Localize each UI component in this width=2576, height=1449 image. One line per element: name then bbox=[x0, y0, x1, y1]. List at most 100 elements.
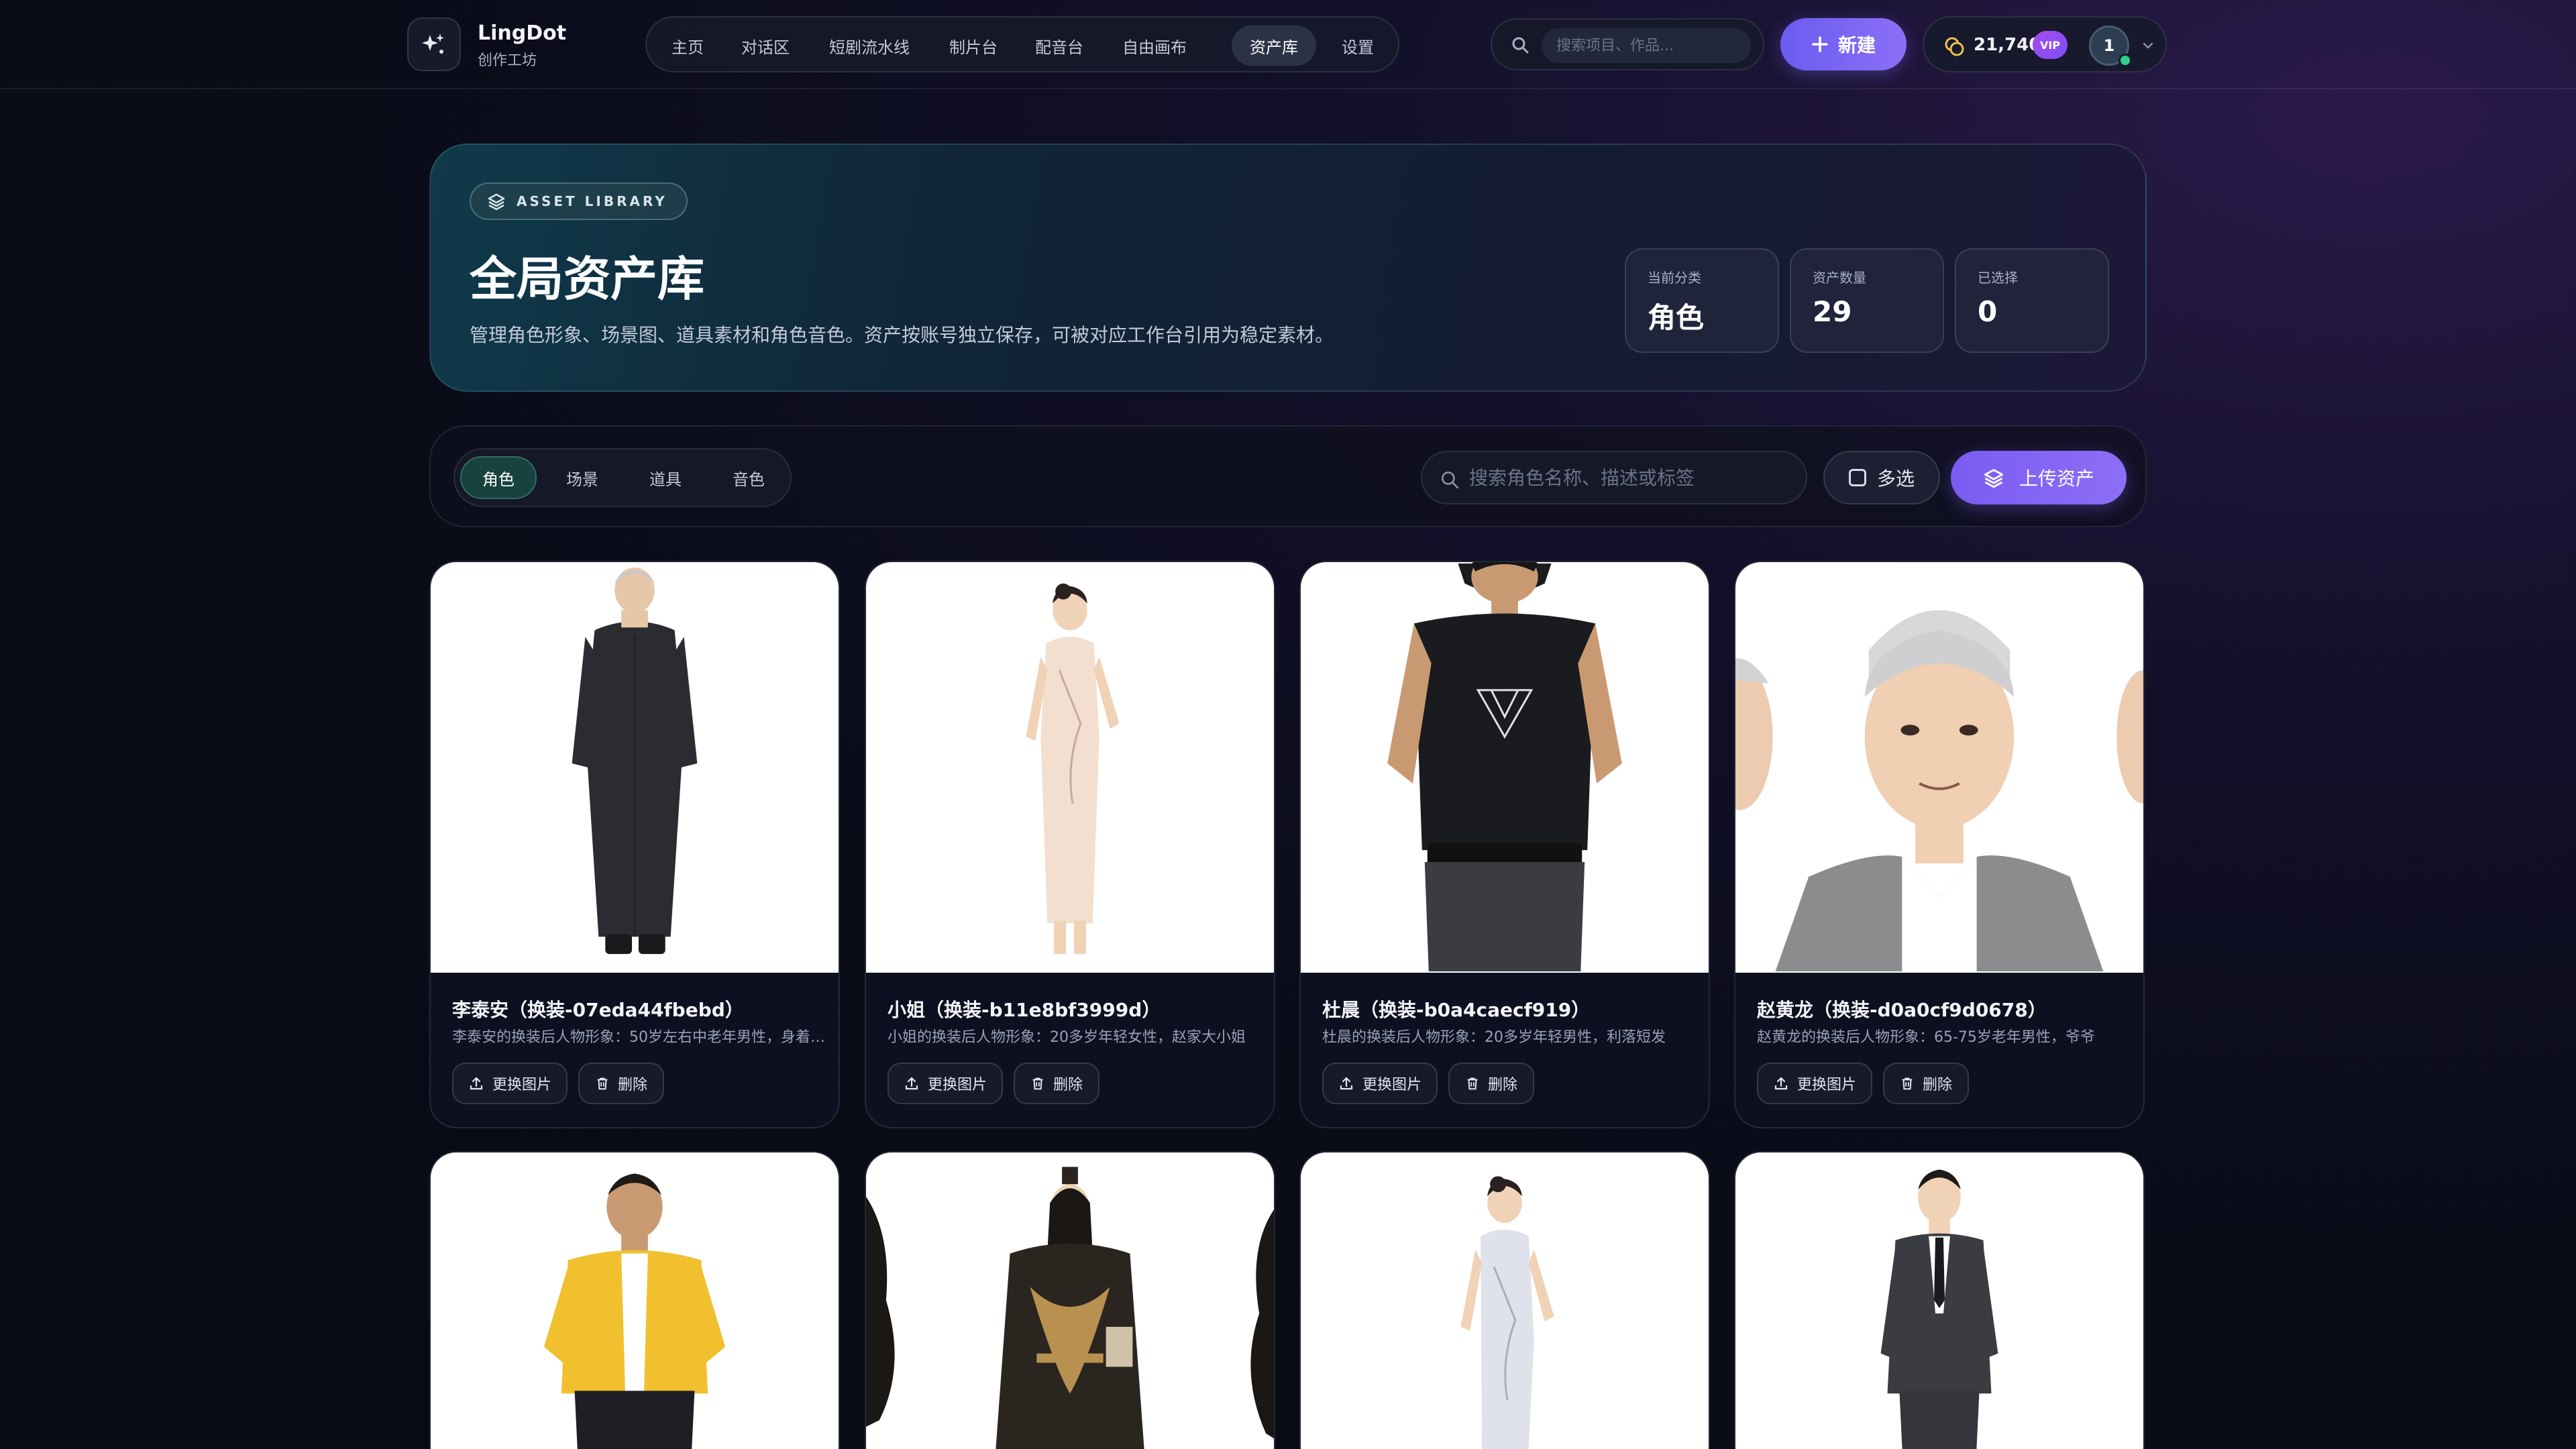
upload-asset-label: 上传资产 bbox=[2019, 468, 2094, 490]
asset-card[interactable]: 李泰安（换装-07eda44fbebd） 李泰安的换装后人物形象：50岁左右中老… bbox=[429, 561, 840, 1128]
replace-image-label: 更换图片 bbox=[927, 1077, 987, 1093]
tab-scenes[interactable]: 场景 bbox=[545, 456, 620, 499]
character-illustration bbox=[572, 567, 698, 955]
nav-item-canvas[interactable]: 自由画布 bbox=[1111, 25, 1198, 66]
asset-card[interactable] bbox=[1299, 1151, 1710, 1449]
stat-selected-count: 已选择 0 bbox=[1955, 248, 2109, 353]
asset-description: 小姐的换装后人物形象：20多岁年轻女性，赵家大小姐 bbox=[888, 1029, 1246, 1046]
asset-card[interactable]: 杜晨（换装-b0a4caecf919） 杜晨的换装后人物形象：20多岁年轻男性，… bbox=[1299, 561, 1710, 1128]
badge-label: ASSET LIBRARY bbox=[517, 193, 667, 209]
asset-description: 杜晨的换装后人物形象：20多岁年轻男性，利落短发 bbox=[1322, 1029, 1666, 1046]
layers-icon bbox=[488, 193, 505, 211]
tab-characters[interactable]: 角色 bbox=[460, 456, 537, 499]
top-bar: LingDot 创作工坊 主页 对话区 短剧流水线 制片台 配音台 自由画布 资… bbox=[0, 0, 2576, 89]
replace-image-button[interactable]: 更换图片 bbox=[452, 1063, 568, 1104]
upload-icon bbox=[1340, 1077, 1353, 1090]
asset-thumbnail[interactable] bbox=[431, 1152, 839, 1449]
stat-label: 资产数量 bbox=[1813, 270, 1866, 286]
vip-badge: VIP bbox=[2033, 31, 2068, 59]
global-search-input[interactable] bbox=[1542, 28, 1751, 63]
replace-image-button[interactable]: 更换图片 bbox=[1322, 1063, 1438, 1104]
main-nav: 主页 对话区 短剧流水线 制片台 配音台 自由画布 资产库 设置 bbox=[645, 16, 1399, 72]
nav-item-assets[interactable]: 资产库 bbox=[1232, 25, 1316, 66]
multi-select-button[interactable]: 多选 bbox=[1823, 451, 1940, 504]
upload-icon bbox=[470, 1077, 483, 1090]
asset-thumbnail[interactable] bbox=[431, 562, 839, 973]
stat-label: 当前分类 bbox=[1648, 270, 1701, 286]
nav-item-chat[interactable]: 对话区 bbox=[730, 25, 801, 66]
stat-label: 已选择 bbox=[1978, 270, 2018, 286]
replace-image-label: 更换图片 bbox=[1796, 1077, 1856, 1093]
coins-icon bbox=[1945, 37, 1964, 56]
delete-button[interactable]: 删除 bbox=[578, 1063, 664, 1104]
global-search bbox=[1491, 18, 1764, 70]
asset-thumbnail[interactable] bbox=[1735, 562, 2143, 973]
asset-name: 杜晨（换装-b0a4caecf919） bbox=[1322, 999, 1591, 1021]
brand-subtitle: 创作工坊 bbox=[478, 52, 537, 69]
asset-name: 赵黄龙（换装-d0a0cf9d0678） bbox=[1757, 999, 2047, 1021]
stat-value: 0 bbox=[1978, 295, 1998, 328]
search-icon bbox=[1512, 37, 1529, 54]
delete-button[interactable]: 删除 bbox=[1014, 1063, 1099, 1104]
asset-card[interactable] bbox=[865, 1151, 1275, 1449]
stat-value: 29 bbox=[1813, 295, 1852, 328]
brand-name: LingDot bbox=[478, 21, 567, 45]
asset-name: 小姐（换装-b11e8bf3999d） bbox=[888, 999, 1161, 1021]
upload-asset-button[interactable]: 上传资产 bbox=[1951, 451, 2127, 504]
chevron-down-icon[interactable] bbox=[2141, 39, 2155, 52]
delete-button[interactable]: 删除 bbox=[1883, 1063, 1969, 1104]
asset-thumbnail[interactable] bbox=[1735, 1152, 2143, 1449]
upload-icon bbox=[1774, 1077, 1788, 1090]
tab-voices[interactable]: 音色 bbox=[711, 456, 786, 499]
multi-select-label: 多选 bbox=[1876, 468, 1915, 490]
replace-image-label: 更换图片 bbox=[492, 1077, 551, 1093]
replace-image-label: 更换图片 bbox=[1362, 1077, 1421, 1093]
page-description: 管理角色形象、场景图、道具素材和角色音色。资产按账号独立保存，可被对应工作台引用… bbox=[470, 324, 1334, 346]
character-illustration bbox=[1460, 1176, 1554, 1449]
delete-button[interactable]: 删除 bbox=[1448, 1063, 1534, 1104]
asset-card[interactable] bbox=[1734, 1151, 2145, 1449]
asset-thumbnail[interactable] bbox=[866, 562, 1274, 973]
asset-thumbnail[interactable] bbox=[1301, 1152, 1709, 1449]
new-button[interactable]: 新建 bbox=[1780, 18, 1907, 70]
asset-card[interactable]: 赵黄龙（换装-d0a0cf9d0678） 赵黄龙的换装后人物形象：65-75岁老… bbox=[1734, 561, 2145, 1128]
sparkle-logo-icon bbox=[422, 34, 444, 54]
asset-thumbnail[interactable] bbox=[866, 1152, 1274, 1449]
asset-thumbnail[interactable] bbox=[1301, 562, 1709, 973]
credits-balance: 21,740 bbox=[1974, 35, 2041, 55]
category-tabs: 角色 场景 道具 音色 bbox=[453, 448, 792, 507]
new-button-label: 新建 bbox=[1837, 34, 1876, 56]
stat-value: 角色 bbox=[1648, 301, 1705, 334]
asset-description: 赵黄龙的换装后人物形象：65-75岁老年男性，爷爷 bbox=[1757, 1029, 2095, 1046]
logo[interactable] bbox=[407, 17, 461, 71]
nav-item-production[interactable]: 制片台 bbox=[938, 25, 1009, 66]
trash-icon bbox=[1467, 1077, 1478, 1090]
user-menu[interactable]: 21,740 VIP 1 bbox=[1923, 16, 2167, 72]
trash-icon bbox=[597, 1077, 608, 1090]
stat-current-category: 当前分类 角色 bbox=[1625, 248, 1779, 353]
asset-card[interactable]: 小姐（换装-b11e8bf3999d） 小姐的换装后人物形象：20多岁年轻女性，… bbox=[865, 561, 1275, 1128]
nav-item-settings[interactable]: 设置 bbox=[1331, 25, 1385, 66]
tab-props[interactable]: 道具 bbox=[628, 456, 703, 499]
trash-icon bbox=[1032, 1077, 1043, 1090]
delete-label: 删除 bbox=[1053, 1077, 1083, 1093]
checkbox-icon bbox=[1848, 469, 1866, 486]
page-title: 全局资产库 bbox=[470, 252, 704, 307]
delete-label: 删除 bbox=[617, 1077, 647, 1093]
nav-item-dubbing[interactable]: 配音台 bbox=[1024, 25, 1095, 66]
character-illustration bbox=[1026, 583, 1120, 955]
search-icon bbox=[1441, 471, 1459, 489]
nav-item-pipeline[interactable]: 短剧流水线 bbox=[816, 25, 923, 66]
asset-search-input[interactable] bbox=[1469, 458, 1791, 498]
asset-card[interactable] bbox=[429, 1151, 840, 1449]
character-illustration bbox=[1387, 562, 1622, 971]
stat-asset-count: 资产数量 29 bbox=[1790, 248, 1944, 353]
upload-icon bbox=[905, 1077, 918, 1090]
replace-image-button[interactable]: 更换图片 bbox=[1757, 1063, 1872, 1104]
asset-library-header: ASSET LIBRARY 全局资产库 管理角色形象、场景图、道具素材和角色音色… bbox=[429, 144, 2147, 392]
replace-image-button[interactable]: 更换图片 bbox=[888, 1063, 1003, 1104]
nav-item-home[interactable]: 主页 bbox=[661, 25, 714, 66]
online-status-dot bbox=[2118, 54, 2132, 67]
character-illustration bbox=[1735, 610, 2143, 971]
asset-description: 李泰安的换装后人物形象：50岁左右中老年男性，身着黑色长衫 bbox=[452, 1029, 825, 1046]
